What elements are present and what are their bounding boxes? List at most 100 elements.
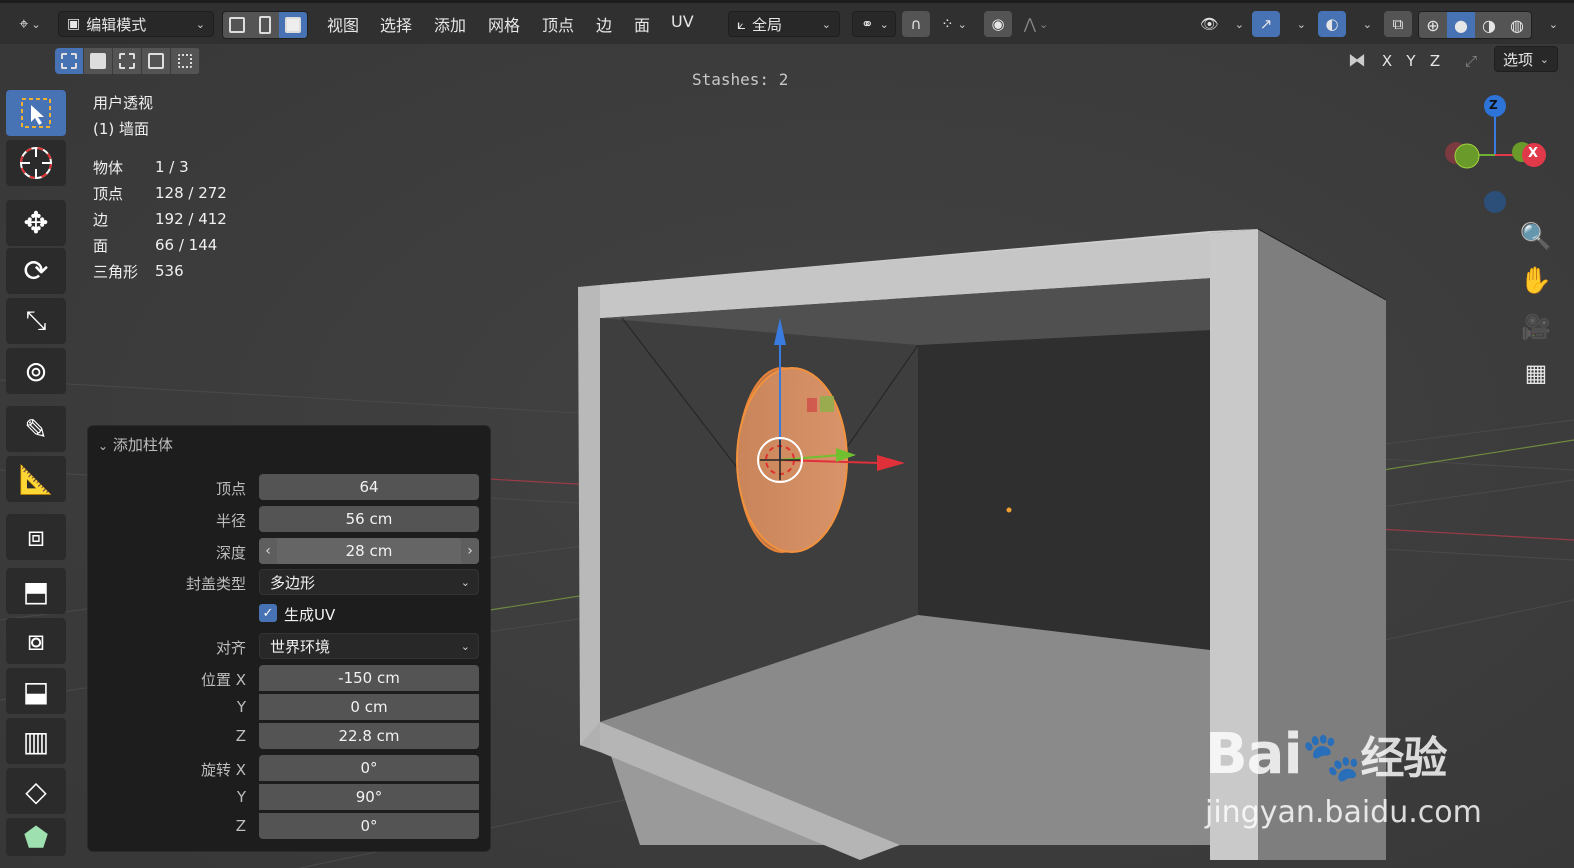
solid-shading-icon[interactable]: ● bbox=[1447, 12, 1475, 38]
menu-face[interactable]: 面 bbox=[634, 12, 650, 36]
perspective-toggle-button[interactable]: ▦ bbox=[1515, 352, 1557, 394]
material-shading-icon[interactable]: ◑ bbox=[1475, 12, 1503, 38]
menu-mesh[interactable]: 网格 bbox=[488, 12, 520, 36]
align-dropdown[interactable]: 世界环境 ⌄ bbox=[259, 633, 479, 659]
rotate-tool[interactable]: ⟳ bbox=[6, 248, 66, 294]
increment-arrow-icon[interactable]: › bbox=[461, 538, 479, 564]
gizmo-dropdown[interactable]: ⌄ bbox=[1282, 11, 1306, 37]
generate-uv-row: ✓ 生成UV bbox=[88, 604, 492, 632]
select-subtract-icon[interactable] bbox=[113, 48, 142, 74]
menu-vertex[interactable]: 顶点 bbox=[542, 12, 574, 36]
panel-title: 添加柱体 bbox=[112, 436, 173, 454]
location-z-field[interactable]: 22.8 cm bbox=[259, 723, 479, 749]
vertex-select-icon[interactable] bbox=[223, 12, 251, 38]
menu-view[interactable]: 视图 bbox=[327, 12, 359, 36]
shading-dropdown[interactable]: ⌄ bbox=[1534, 11, 1558, 37]
auto-merge-icon[interactable]: ⤢ bbox=[1458, 48, 1484, 74]
align-label: 对齐 bbox=[215, 639, 246, 657]
snap-target-dropdown[interactable]: ⁘ ⌄ bbox=[932, 11, 976, 37]
add-cube-tool[interactable]: ⧈ bbox=[6, 514, 66, 560]
select-new-icon[interactable] bbox=[55, 48, 84, 74]
generate-uv-label[interactable]: 生成UV bbox=[284, 604, 335, 625]
location-y-field[interactable]: 0 cm bbox=[259, 694, 479, 720]
selection-mode-buttons bbox=[55, 48, 200, 74]
mirror-z-button[interactable]: Z bbox=[1424, 48, 1446, 74]
stats-row: 边 192 / 412 bbox=[93, 206, 227, 232]
mirror-icon[interactable]: ⧓ bbox=[1348, 50, 1366, 71]
zoom-icon: 🔍 bbox=[1519, 222, 1553, 252]
move-tool[interactable]: ✥ bbox=[6, 200, 66, 246]
stat-key: 边 bbox=[93, 210, 109, 229]
proportional-edit-toggle[interactable]: ◉ bbox=[984, 11, 1012, 37]
inset-tool[interactable]: ⧇ bbox=[6, 618, 66, 664]
edge-select-icon[interactable] bbox=[251, 12, 279, 38]
decrement-arrow-icon[interactable]: ‹ bbox=[259, 538, 277, 564]
bevel-tool[interactable]: ⬓ bbox=[6, 668, 66, 714]
editor-type-button[interactable]: ⌖ ⌄ bbox=[8, 11, 52, 37]
wireframe-shading-icon[interactable]: ⊕ bbox=[1419, 12, 1447, 38]
xray-toggle[interactable]: ⧉ bbox=[1384, 11, 1412, 37]
cap-type-dropdown[interactable]: 多边形 ⌄ bbox=[259, 569, 479, 595]
rotation-x-row: 旋转 X 0° bbox=[88, 755, 492, 783]
stat-key: 面 bbox=[93, 236, 109, 255]
baidu-watermark-url: jingyan.baidu.com bbox=[1205, 795, 1482, 830]
chevron-down-icon: ⌄ bbox=[460, 576, 470, 589]
mode-dropdown[interactable]: ▣ 编辑模式 ⌄ bbox=[58, 11, 214, 37]
location-x-row: 位置 X -150 cm bbox=[88, 665, 492, 693]
vertices-field[interactable]: 64 bbox=[259, 474, 479, 500]
visibility-dropdown[interactable]: 👁 ⌄ bbox=[1200, 11, 1244, 37]
stat-value: 192 / 412 bbox=[155, 210, 227, 228]
watermark-brand: Bai bbox=[1205, 722, 1303, 787]
gizmo-toggle[interactable]: ↗ bbox=[1252, 11, 1280, 37]
select-box-icon bbox=[21, 98, 51, 128]
pencil-icon: ✎ bbox=[24, 412, 48, 446]
face-select-icon[interactable] bbox=[279, 12, 307, 38]
mirror-x-button[interactable]: X bbox=[1376, 48, 1398, 74]
pivot-point-dropdown[interactable]: ⚭ ⌄ bbox=[852, 11, 896, 37]
add-cube-icon: ⧈ bbox=[27, 520, 45, 553]
depth-field[interactable]: ‹ 28 cm › bbox=[259, 538, 479, 564]
select-invert-icon[interactable] bbox=[142, 48, 171, 74]
knife-tool[interactable]: ◇ bbox=[6, 768, 66, 814]
stat-key: 顶点 bbox=[93, 184, 124, 203]
cursor-icon bbox=[20, 147, 52, 179]
snap-toggle[interactable]: ∩ bbox=[902, 11, 930, 37]
location-x-label: 位置 X bbox=[200, 671, 246, 689]
select-box-tool[interactable] bbox=[6, 90, 66, 136]
editor-type-icon: ⌖ bbox=[19, 14, 29, 33]
rendered-shading-icon[interactable]: ◍ bbox=[1503, 12, 1531, 38]
select-extend-icon[interactable] bbox=[84, 48, 113, 74]
stat-value: 128 / 272 bbox=[155, 184, 227, 202]
menu-uv[interactable]: UV bbox=[671, 12, 694, 31]
rotation-x-field[interactable]: 0° bbox=[259, 755, 479, 781]
transform-tool[interactable]: ⊚ bbox=[6, 348, 66, 394]
menu-select[interactable]: 选择 bbox=[380, 12, 412, 36]
transform-orientation-dropdown[interactable]: ⟀ 全局 ⌄ bbox=[728, 11, 840, 37]
rotation-y-field[interactable]: 90° bbox=[259, 784, 479, 810]
falloff-dropdown[interactable]: ⋀ ⌄ bbox=[1016, 11, 1056, 37]
options-dropdown[interactable]: 选项 ⌄ bbox=[1494, 46, 1558, 72]
camera-view-button[interactable]: 🎥 bbox=[1515, 306, 1557, 348]
cap-type-label: 封盖类型 bbox=[185, 575, 246, 593]
panel-header[interactable]: ⌄ 添加柱体 bbox=[98, 434, 173, 455]
zoom-button[interactable]: 🔍 bbox=[1515, 216, 1557, 258]
scale-tool[interactable]: ⤡ bbox=[6, 298, 66, 344]
pan-button[interactable]: ✋ bbox=[1515, 260, 1557, 302]
generate-uv-checkbox[interactable]: ✓ bbox=[259, 604, 277, 622]
annotate-tool[interactable]: ✎ bbox=[6, 406, 66, 452]
radius-field[interactable]: 56 cm bbox=[259, 506, 479, 532]
loop-cut-tool[interactable]: ▥ bbox=[6, 718, 66, 764]
cursor-tool[interactable] bbox=[6, 140, 66, 186]
menu-add[interactable]: 添加 bbox=[434, 12, 466, 36]
location-x-field[interactable]: -150 cm bbox=[259, 665, 479, 691]
rotation-z-field[interactable]: 0° bbox=[259, 813, 479, 839]
extrude-tool[interactable]: ⬒ bbox=[6, 568, 66, 614]
radius-row: 半径 56 cm bbox=[88, 506, 492, 534]
overlay-toggle[interactable]: ◐ bbox=[1318, 11, 1346, 37]
poly-build-tool[interactable]: ⬟ bbox=[6, 818, 66, 856]
measure-tool[interactable]: 📐 bbox=[6, 456, 66, 502]
mirror-y-button[interactable]: Y bbox=[1400, 48, 1422, 74]
overlay-dropdown[interactable]: ⌄ bbox=[1348, 11, 1372, 37]
select-intersect-icon[interactable] bbox=[171, 48, 200, 74]
menu-edge[interactable]: 边 bbox=[596, 12, 612, 36]
